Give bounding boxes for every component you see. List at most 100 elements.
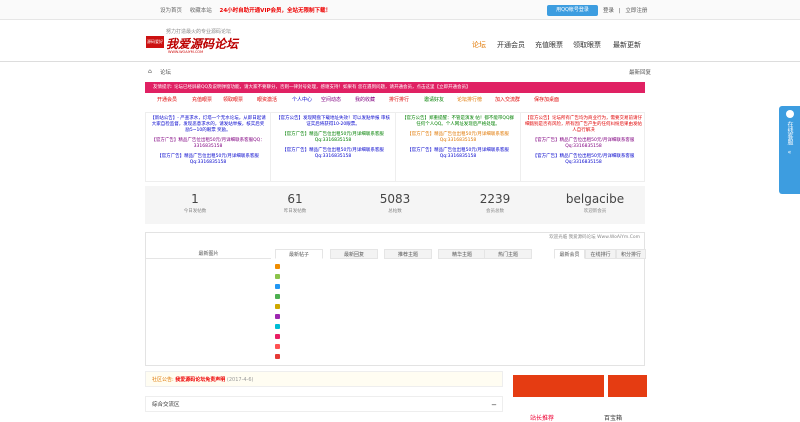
members-box xyxy=(510,262,646,362)
notice-text[interactable]: 友情提示: 论坛已经屏蔽QQ及说明弹窗功能，请大家不要聊分，否则一律封号处理，感… xyxy=(153,85,470,90)
bookmark-link[interactable]: 收藏本站 xyxy=(190,8,212,14)
rank-badge xyxy=(275,264,280,269)
list-item[interactable] xyxy=(275,322,505,332)
quick-link[interactable]: 充值眼票 xyxy=(192,96,212,103)
forum-stats: 1 今日发帖数 61 昨日发帖数 5083 总帖数 2239 会员总数 belgacib… xyxy=(145,186,645,224)
nav-item-claim[interactable]: 领取眼票 xyxy=(573,40,601,50)
tab-hot[interactable]: 热门主题 xyxy=(484,249,532,259)
stat-label: 昨日发帖数 xyxy=(283,209,307,214)
ad-column: 【官方公告】论坛所有广告均为商业行为，需要交易前请仔细甄别是否有风险，所有因广告… xyxy=(521,113,646,181)
quick-link[interactable]: 排行排行 xyxy=(389,96,409,103)
quick-link[interactable]: 个人中心 xyxy=(292,96,312,103)
rank-badge xyxy=(275,354,280,359)
qq-login-button[interactable]: 用QQ帐号登录 xyxy=(547,5,598,16)
ad-main-text[interactable]: 【官方公告】发现网盘下载地址失效！可以发贴举报 审核证实后将获得10-20眼票。 xyxy=(275,116,391,128)
rank-badge xyxy=(275,284,280,289)
nav-item-forum[interactable]: 论坛 xyxy=(472,40,486,50)
welcome-note: 欢迎光临 我爱源码论坛 Www.WoAiYm.Com xyxy=(549,235,640,240)
ad-text[interactable]: 【官方广告】精品广告位出租50元/月详细联系客服Qq:3316835158 xyxy=(400,148,516,160)
list-item[interactable] xyxy=(275,352,505,362)
list-item[interactable] xyxy=(275,272,505,282)
quick-link[interactable]: 领取眼票 xyxy=(223,96,243,103)
ad-banner[interactable] xyxy=(608,375,647,397)
stat-value: 61 xyxy=(287,192,303,206)
stat-label: 会员总数 xyxy=(486,209,504,214)
ad-column: 【官方公告】郑重提醒：不管是演发 帖！都不能带QQ群 任何个人QQ。个人网址发现… xyxy=(396,113,521,181)
qq-login-label: 用QQ帐号登录 xyxy=(556,7,589,13)
home-icon[interactable]: ⌂ xyxy=(148,68,152,75)
stat-members: 2239 会员总数 xyxy=(445,192,545,214)
quick-link[interactable]: 我的收藏 xyxy=(355,96,375,103)
quick-link[interactable]: 加入交流群 xyxy=(495,96,520,103)
nav-item-vip[interactable]: 开通会员 xyxy=(497,40,525,50)
ad-text[interactable]: 【官方广告】精品广告位出租50元/月详细联系客服Qq:3316835158 xyxy=(525,138,642,150)
ad-main-text[interactable]: 【新站公告】- 严查求水，灯塔一个无水论坛，从即日起请大家自检监督，发现恶意求水… xyxy=(150,116,266,134)
logo-badge: 源码爱好 xyxy=(146,36,164,48)
vip-promo-link[interactable]: 24小时自助开通VIP会员，全站无限制下载！ xyxy=(220,8,332,14)
tab-featured[interactable]: 精华主题 xyxy=(438,249,486,259)
stat-today: 1 今日发帖数 xyxy=(145,192,245,214)
list-item[interactable] xyxy=(275,282,505,292)
stat-label: 欢迎新会员 xyxy=(583,209,607,214)
tab-latest-posts[interactable]: 最新帖子 xyxy=(275,249,323,259)
list-item[interactable] xyxy=(275,302,505,312)
list-item[interactable] xyxy=(275,312,505,322)
rank-badge xyxy=(275,274,280,279)
notice-banner: 友情提示: 论坛已经屏蔽QQ及说明弹窗功能，请大家不要聊分，否则一律封号处理，感… xyxy=(145,82,645,93)
breadcrumb-current[interactable]: 论坛 xyxy=(160,68,171,76)
quick-link[interactable]: 保存加桌面 xyxy=(534,96,559,103)
list-item[interactable] xyxy=(275,342,505,352)
list-item[interactable] xyxy=(275,262,505,272)
latest-replies-link[interactable]: 最新回复 xyxy=(629,68,651,76)
tab-new-members[interactable]: 最新会员 xyxy=(554,249,585,259)
list-item[interactable] xyxy=(275,332,505,342)
tab-recommended[interactable]: 推荐主题 xyxy=(384,249,432,259)
nav-item-recharge[interactable]: 充值眼票 xyxy=(535,40,563,50)
separator: | xyxy=(618,8,621,14)
qq-icon xyxy=(785,110,794,118)
tab-points-rank[interactable]: 积分排行 xyxy=(616,249,646,259)
site-logo[interactable]: 努力打造最火的专业源码论坛 源码爱好 我爱源码论坛 WWW.WOAIYM.COM xyxy=(146,28,306,58)
quick-link[interactable]: 开通会员 xyxy=(157,96,177,103)
nav-item-latest[interactable]: 最新更新 xyxy=(613,40,641,50)
post-list xyxy=(275,262,505,362)
tab-online-rank[interactable]: 在线排行 xyxy=(585,249,616,259)
rank-badge xyxy=(275,324,280,329)
ad-text[interactable]: 【官方广告】精品广告位出租50元/月详细联系客服QQ：3316835158 xyxy=(150,138,266,150)
content-panel: 欢迎光临 我爱源码论坛 Www.WoAiYm.Com 最新图片 最新帖子 最新回… xyxy=(145,232,646,366)
quick-link[interactable]: 眼资激活 xyxy=(257,96,277,103)
ad-main-text[interactable]: 【官方公告】郑重提醒：不管是演发 帖！都不能带QQ群 任何个人QQ。个人网址发现… xyxy=(400,116,516,128)
section-title[interactable]: 综合交流区 xyxy=(152,402,180,408)
ad-column: 【官方公告】发现网盘下载地址失效！可以发贴举报 审核证实后将获得10-20眼票。… xyxy=(271,113,396,181)
quick-link[interactable]: 空间动态 xyxy=(321,96,341,103)
collapse-icon[interactable]: − xyxy=(491,397,497,413)
notice-title[interactable]: 我爱源码论坛免责声明 xyxy=(175,377,225,383)
ad-column: 【新站公告】- 严查求水，灯塔一个无水论坛，从即日起请大家自检监督，发现恶意求水… xyxy=(146,113,271,181)
logo-slogan: 努力打造最火的专业源码论坛 xyxy=(166,29,232,35)
register-link[interactable]: 立即注册 xyxy=(625,8,647,14)
ad-text[interactable]: 【官方广告】精品广告位出租50元/月详细联系客服Qq:3316835158 xyxy=(400,132,516,144)
chevron-left-icon: « xyxy=(787,149,792,156)
ad-main-text[interactable]: 【官方公告】论坛所有广告均为商业行为，需要交易前请仔细甄别是否有风险，所有因广告… xyxy=(525,116,642,134)
tab-latest-replies[interactable]: 最新回复 xyxy=(330,249,378,259)
section-header: 综合交流区 − xyxy=(145,396,503,412)
stat-label: 总帖数 xyxy=(388,209,402,214)
ad-banner[interactable] xyxy=(513,375,604,397)
list-item[interactable] xyxy=(275,292,505,302)
ad-text[interactable]: 【官方广告】精品广告位出租50元/月详细联系客服Qq:3316835158 xyxy=(275,148,391,160)
quick-link[interactable]: 邀请好友 xyxy=(424,96,444,103)
quick-link[interactable]: 论坛排行榜 xyxy=(457,96,482,103)
login-link[interactable]: 登录 xyxy=(603,8,614,14)
stat-value: 5083 xyxy=(379,192,411,206)
rank-badge xyxy=(275,294,280,299)
ad-text[interactable]: 【官方广告】精品广告位出租50元/月详细联系客服Qq:3316835158 xyxy=(150,154,266,166)
rank-badge xyxy=(275,334,280,339)
ad-text[interactable]: 【官方广告】精品广告位出租50元/月详细联系客服Qq:3316835158 xyxy=(525,154,642,166)
stat-value[interactable]: belgacibe xyxy=(545,192,645,206)
ad-text[interactable]: 【官方广告】精品广告位出租50元/月详细联系客服Qq:3316835158 xyxy=(275,132,391,144)
online-service-button[interactable]: 在线客服 « xyxy=(779,106,800,194)
quick-links: 开通会员 充值眼票 领取眼票 眼资激活 个人中心 空间动态 我的收藏 排行排行 邀请好友 论坛排行… xyxy=(145,95,645,105)
stat-value: 2239 xyxy=(479,192,511,206)
site-header: 努力打造最火的专业源码论坛 源码爱好 我爱源码论坛 WWW.WOAIYM.COM… xyxy=(0,20,800,62)
set-home-link[interactable]: 设为首页 xyxy=(160,8,182,14)
